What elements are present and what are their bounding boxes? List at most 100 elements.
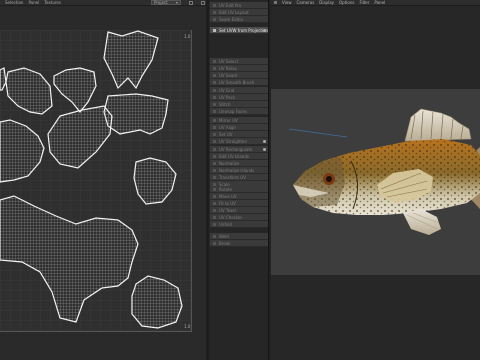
uv-tick-top: 1.0	[184, 34, 191, 39]
modifier-icon	[213, 59, 216, 63]
modifier-stack-item[interactable]: Set UV	[210, 131, 268, 138]
modifier-icon	[213, 95, 216, 99]
modifier-label: UV Grid	[219, 87, 235, 93]
project-dropdown-value: Project	[154, 0, 168, 5]
modifier-stack-item[interactable]: UV Relax	[210, 65, 268, 72]
modifier-icon	[213, 17, 216, 21]
modifier-stack-panel: UV Edit Pro Edit UV Layout Seam Editor Set …	[209, 0, 269, 360]
modifier-label: UV Rectangulate	[219, 146, 253, 152]
modifier-icon	[213, 187, 216, 191]
modifier-icon	[213, 118, 216, 122]
modifier-stack-item[interactable]: Set UVW from Projection	[210, 27, 268, 34]
modifier-label: UV Select	[219, 58, 239, 64]
modifier-icon	[213, 208, 216, 212]
uv-toolbar	[184, 0, 205, 6]
uv-islands	[0, 30, 183, 329]
modifier-stack-item[interactable]: Transform UV	[210, 174, 268, 181]
uv-island	[0, 119, 45, 183]
menu-view[interactable]: View	[282, 0, 292, 5]
viewport-menu-icon[interactable]	[274, 1, 277, 4]
modifier-icon	[213, 73, 216, 77]
menu-textures[interactable]: Textures	[44, 0, 61, 5]
modifier-label: Stitch	[219, 101, 231, 107]
modifier-label: UV Smooth Brush	[219, 79, 255, 85]
viewport-3d-scene[interactable]	[271, 89, 480, 275]
modifier-icon	[213, 80, 216, 84]
menu-panel[interactable]: Panel	[28, 0, 39, 5]
uv-island	[133, 157, 177, 205]
modifier-stack-item[interactable]: UV Texel	[210, 207, 268, 214]
modifier-stack-item[interactable]: Unfold	[210, 221, 268, 228]
modifier-icon	[213, 109, 216, 113]
modifier-icon	[213, 161, 216, 165]
viewport-menubar: View Cameras Display Options Filter Pane…	[271, 0, 480, 6]
modifier-stack-item[interactable]: UV Seam	[210, 72, 268, 79]
modifier-stack-item[interactable]: Stitch	[210, 101, 268, 108]
viewport-panel: View Cameras Display Options Filter Pane…	[271, 0, 480, 360]
modifier-stack-item[interactable]: UV Straighten	[210, 138, 268, 145]
menu-selection[interactable]: Selection	[5, 0, 23, 5]
modifier-stack-item[interactable]: UV Rectangulate	[210, 146, 268, 153]
modifier-icon	[213, 132, 216, 136]
modifier-stack-item[interactable]: Normalize	[210, 160, 268, 167]
uv-island	[0, 67, 7, 91]
modifier-stack-item[interactable]: UV Grid	[210, 87, 268, 94]
visibility-toggle-icon[interactable]	[263, 139, 266, 143]
modifier-label: Seam Editor	[219, 16, 244, 22]
menu-display[interactable]: Display	[319, 0, 334, 5]
modifier-icon	[213, 234, 216, 238]
modifier-label: UV Align	[219, 124, 236, 130]
modifier-stack-item[interactable]: UV Pack	[210, 94, 268, 101]
modifier-label: UV Texel	[219, 207, 236, 213]
modifier-stack-item[interactable]: Fit to UV	[210, 200, 268, 207]
modifier-label: Set UV	[219, 131, 233, 137]
modifier-label: Mirror UV	[219, 117, 238, 123]
visibility-toggle-icon[interactable]	[263, 28, 266, 32]
modifier-stack-item[interactable]: Seam Editor	[210, 16, 268, 23]
modifier-label: Edit UV Layout	[219, 9, 249, 15]
frame-icon[interactable]	[189, 1, 193, 5]
modifier-label: Edit UV Islands	[219, 153, 249, 159]
uv-island	[5, 67, 53, 115]
modifier-stack-item[interactable]: UV Checker	[210, 214, 268, 221]
modifier-icon	[213, 28, 216, 32]
modifier-stack-item[interactable]: UV Align	[210, 124, 268, 131]
modifier-stack-item[interactable]: UV Select	[210, 58, 268, 65]
uv-canvas[interactable]: 1.0 1.0	[0, 30, 192, 332]
modifier-stack-item[interactable]: Mirror UV	[210, 117, 268, 124]
modifier-icon	[213, 241, 216, 245]
project-dropdown[interactable]: Project ▾	[151, 0, 181, 5]
grid-icon[interactable]	[201, 1, 205, 5]
modifier-stack-item[interactable]: Weld	[210, 233, 268, 240]
menu-cameras[interactable]: Cameras	[297, 0, 315, 5]
modifier-stack-item[interactable]: Edit UV Layout	[210, 9, 268, 16]
modifier-stack-item[interactable]: Rotate	[210, 186, 268, 193]
modifier-stack-item[interactable]: UV Smooth Brush	[210, 79, 268, 86]
modifier-stack-item[interactable]: Break	[210, 240, 268, 247]
modifier-icon	[213, 154, 216, 158]
modifier-stack-item[interactable]: Edit UV Islands	[210, 153, 268, 160]
modifier-label: Normalize Islands	[219, 167, 255, 173]
modifier-label: Weld	[219, 233, 229, 239]
modifier-icon	[213, 3, 216, 7]
modifier-stack-item[interactable]: Move UV	[210, 193, 268, 200]
menu-options[interactable]: Options	[339, 0, 354, 5]
uv-island	[131, 275, 183, 329]
modifier-stack-item[interactable]: Unwrap Faces	[210, 108, 268, 115]
modifier-stack-item[interactable]: Normalize Islands	[210, 167, 268, 174]
menu-panel[interactable]: Panel	[374, 0, 385, 5]
modifier-label: Normalize	[219, 160, 240, 166]
modifier-icon	[213, 175, 216, 179]
modifier-icon	[213, 66, 216, 70]
modifier-label: Unwrap Faces	[219, 108, 247, 114]
uv-island	[103, 93, 169, 135]
modifier-label: Unfold	[219, 221, 232, 227]
modifier-label: Rotate	[219, 186, 233, 192]
modifier-stack-item[interactable]: UV Edit Pro	[210, 2, 268, 9]
visibility-toggle-icon[interactable]	[263, 147, 266, 151]
menu-filter[interactable]: Filter	[359, 0, 369, 5]
uv-editor-menubar: Selection Panel Textures Project ▾	[0, 0, 206, 6]
modifier-icon	[213, 194, 216, 198]
axis-gizmo-line	[288, 128, 348, 138]
modifier-label: Set UVW from Projection	[219, 27, 268, 33]
